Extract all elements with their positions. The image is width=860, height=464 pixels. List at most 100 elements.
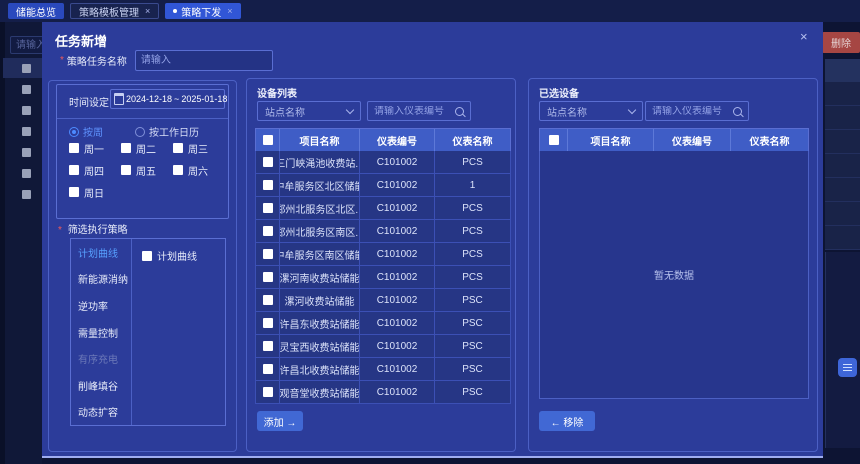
table-row[interactable]: 灵宝西收费站储能C101002PSC [255, 335, 511, 358]
checkbox-icon[interactable] [263, 364, 273, 374]
strategy-category-list: 计划曲线新能源消纳逆功率需量控制有序充电削峰填谷动态扩容 [71, 239, 132, 425]
strategy-category-item[interactable]: 逆功率 [71, 292, 131, 319]
search-icon[interactable] [455, 107, 464, 116]
project-name-cell: 三门峡渑池收费站... [280, 151, 360, 173]
task-name-input[interactable] [135, 50, 273, 71]
checkbox-icon[interactable] [263, 135, 273, 145]
checkbox-icon[interactable] [263, 341, 273, 351]
checkbox-icon[interactable] [549, 135, 559, 145]
strategy-category-item[interactable]: 动态扩容 [71, 398, 131, 425]
checkbox-icon[interactable] [22, 106, 31, 115]
sidebar-list-item[interactable] [3, 142, 42, 162]
table-row[interactable]: 观音堂收费站储能C101002PSC [255, 381, 511, 404]
tab-3[interactable]: 策略下发× [165, 3, 240, 19]
checkbox-icon[interactable] [22, 85, 31, 94]
checkbox-icon[interactable] [173, 165, 183, 175]
checkbox-icon[interactable] [69, 143, 79, 153]
weekday-checkbox-item[interactable]: 周二 [121, 137, 173, 159]
tab-close-icon[interactable]: × [145, 6, 150, 16]
checkbox-icon[interactable] [69, 165, 79, 175]
checkbox-icon[interactable] [173, 143, 183, 153]
meter-name-cell: PCS [435, 197, 510, 219]
weekday-checkbox-item[interactable]: 周六 [173, 159, 225, 181]
checkbox-icon[interactable] [121, 143, 131, 153]
device-table: 项目名称仪表编号仪表名称三门峡渑池收费站...C101002PCS中牟服务区北区… [255, 128, 511, 404]
weekday-checkbox-item[interactable]: 周日 [69, 181, 121, 203]
tab-1[interactable]: 储能总览 [8, 3, 64, 19]
table-row[interactable]: 漯河南收费站储能C101002PCS [255, 266, 511, 289]
weekday-checkbox-item[interactable]: 周五 [121, 159, 173, 181]
checkbox-icon[interactable] [22, 127, 31, 136]
sidebar-list-item[interactable] [3, 121, 42, 141]
device-list-panel: 设备列表 站点名称 项目名称仪表编号仪表名称三门峡渑池收费站...C101002… [246, 78, 516, 452]
remove-button[interactable]: ← 移除 [539, 411, 595, 431]
weekday-checkbox-item[interactable]: 周四 [69, 159, 121, 181]
checkbox-icon[interactable] [263, 180, 273, 190]
meter-search-input[interactable] [374, 106, 452, 117]
row-checkbox-cell [256, 151, 280, 173]
table-header-checkbox-cell [256, 129, 280, 151]
checkbox-icon[interactable] [263, 249, 273, 259]
strategy-category-item[interactable]: 计划曲线 [71, 239, 131, 266]
table-row[interactable]: 郑州北服务区南区...C101002PCS [255, 220, 511, 243]
modal-title: 任务新增 [55, 31, 107, 50]
table-row[interactable]: 中牟服务区北区储能C1010021 [255, 174, 511, 197]
sidebar-list-item[interactable] [3, 100, 42, 120]
tab-label: 储能总览 [16, 4, 56, 19]
checkbox-icon[interactable] [22, 64, 31, 73]
table-row[interactable]: 郑州北服务区北区...C101002PCS [255, 197, 511, 220]
checkbox-icon[interactable] [263, 318, 273, 328]
weekday-checkbox-item[interactable]: 周一 [69, 137, 121, 159]
weekday-checkbox-item[interactable]: 周三 [173, 137, 225, 159]
strategy-option-item[interactable]: 计划曲线 [142, 248, 225, 263]
selected-site-select[interactable]: 站点名称 [539, 101, 643, 121]
sidebar-list-item[interactable] [3, 163, 42, 183]
table-row[interactable]: 许昌北收费站储能C101002PSC [255, 358, 511, 381]
checkbox-icon[interactable] [69, 187, 79, 197]
checkbox-icon[interactable] [142, 251, 152, 261]
checkbox-icon[interactable] [22, 190, 31, 199]
device-site-select[interactable]: 站点名称 [257, 101, 361, 121]
background-table-row [825, 154, 860, 178]
modal-close-icon[interactable]: × [800, 29, 808, 44]
checkbox-icon[interactable] [263, 203, 273, 213]
sidebar-list-item[interactable] [3, 184, 42, 204]
table-row[interactable]: 漯河收费站储能C101002PSC [255, 289, 511, 312]
sidebar-list-item[interactable] [3, 58, 42, 78]
strategy-category-item[interactable]: 需量控制 [71, 319, 131, 346]
search-icon[interactable] [733, 107, 742, 116]
checkbox-icon[interactable] [263, 157, 273, 167]
table-row[interactable]: 许昌东收费站储能C101002PSC [255, 312, 511, 335]
tab-2[interactable]: 策略模板管理× [70, 3, 159, 19]
list-float-button[interactable] [838, 358, 857, 377]
table-row[interactable]: 三门峡渑池收费站...C101002PCS [255, 151, 511, 174]
project-name-cell: 中牟服务区北区储能 [280, 174, 360, 196]
active-tab-dot-icon [173, 9, 177, 13]
checkbox-icon[interactable] [121, 165, 131, 175]
checkbox-icon[interactable] [263, 387, 273, 397]
weekday-label: 周五 [136, 163, 156, 178]
radio-icon[interactable] [135, 127, 145, 137]
table-header: 项目名称仪表编号仪表名称 [255, 128, 511, 151]
add-button[interactable]: 添加 → [257, 411, 303, 431]
tab-close-icon[interactable]: × [227, 6, 232, 16]
background-table-row [825, 82, 860, 106]
checkbox-icon[interactable] [263, 272, 273, 282]
meter-no-cell: C101002 [360, 197, 435, 219]
weekday-label: 周三 [188, 141, 208, 156]
delete-button[interactable]: 删除 [822, 32, 860, 53]
sidebar-list-item[interactable] [3, 79, 42, 99]
meter-search-input[interactable] [652, 106, 730, 117]
checkbox-icon[interactable] [22, 169, 31, 178]
strategy-category-item[interactable]: 削峰填谷 [71, 372, 131, 399]
date-range-picker[interactable]: 2024-12-18 ~ 2025-01-18 [110, 89, 225, 109]
weekday-label: 周四 [84, 163, 104, 178]
checkbox-icon[interactable] [22, 148, 31, 157]
radio-icon[interactable] [69, 127, 79, 137]
checkbox-icon[interactable] [263, 226, 273, 236]
strategy-category-item[interactable]: 新能源消纳 [71, 266, 131, 293]
chevron-down-icon [628, 106, 636, 114]
table-row[interactable]: 中牟服务区南区储能C101002PCS [255, 243, 511, 266]
checkbox-icon[interactable] [263, 295, 273, 305]
tab-bar: 储能总览策略模板管理× 策略下发× [0, 0, 860, 22]
